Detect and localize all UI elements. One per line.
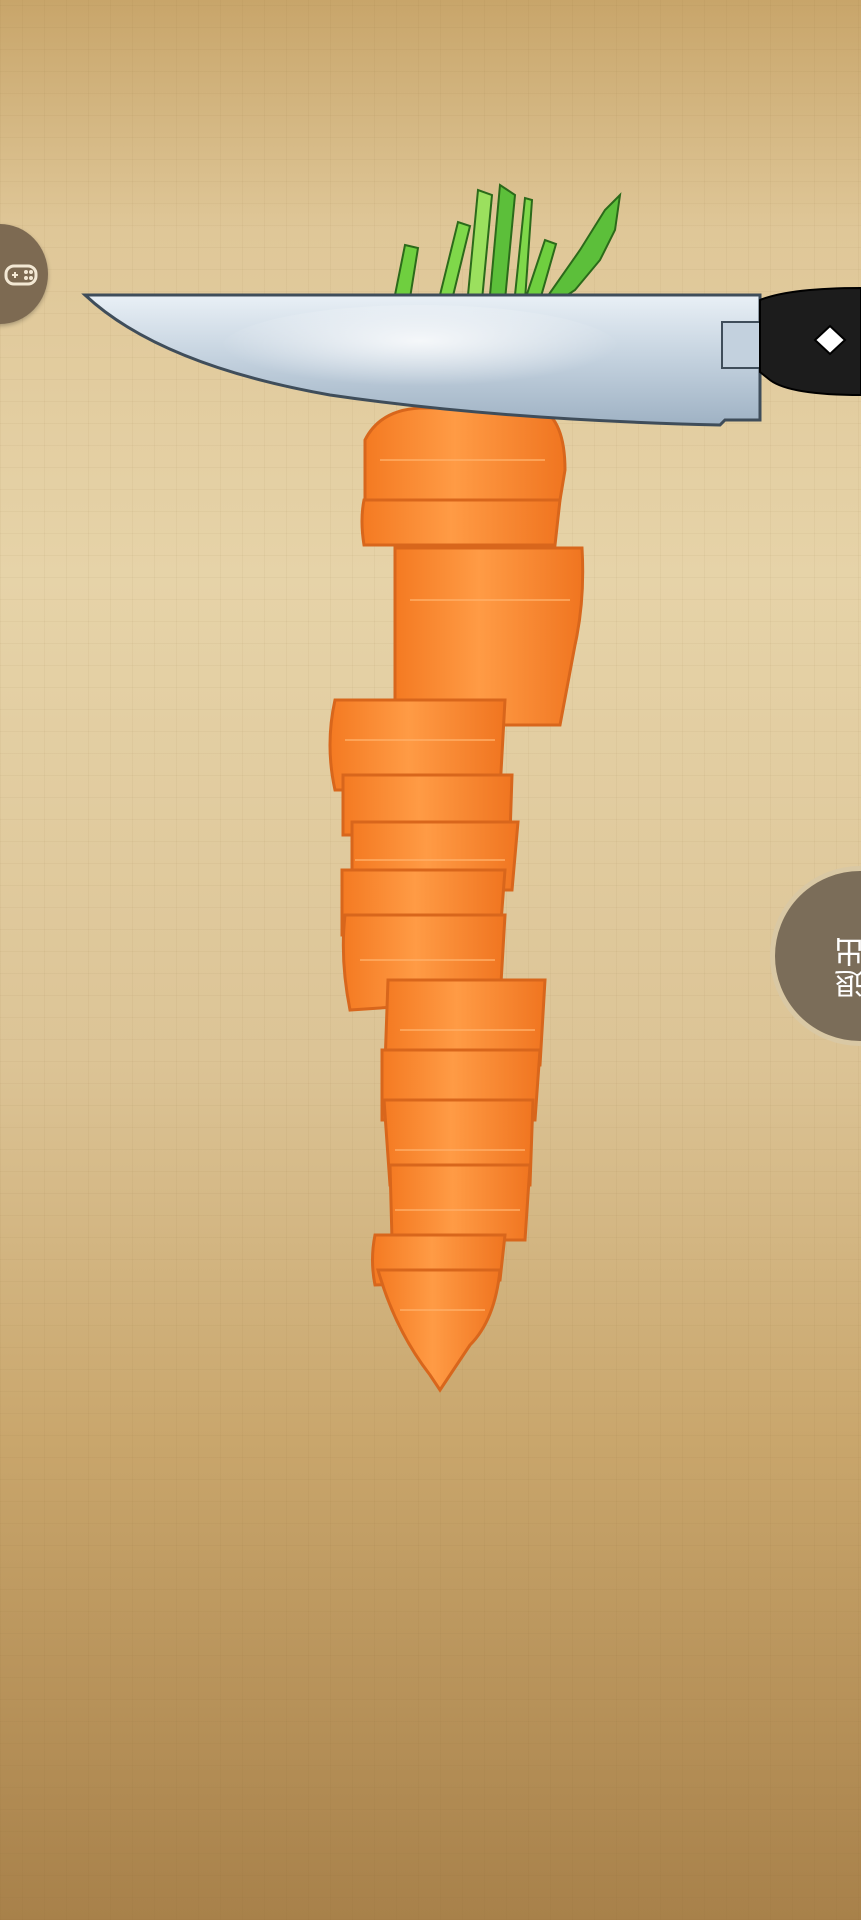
carrot[interactable] (328, 406, 585, 1393)
carrot-slice (393, 546, 585, 727)
carrot-slice (388, 1163, 532, 1242)
carrot-slice (360, 498, 562, 547)
knife[interactable] (81, 286, 861, 427)
knife-handle (759, 286, 861, 397)
game-board[interactable]: 退出 (0, 0, 861, 1920)
carrot-slice (363, 406, 567, 502)
game-scene (81, 183, 861, 1393)
exit-label: 退出 (835, 935, 861, 999)
gamepad-icon (4, 264, 38, 286)
carrot-leaves (393, 183, 622, 302)
carrot-tip (376, 1268, 502, 1393)
